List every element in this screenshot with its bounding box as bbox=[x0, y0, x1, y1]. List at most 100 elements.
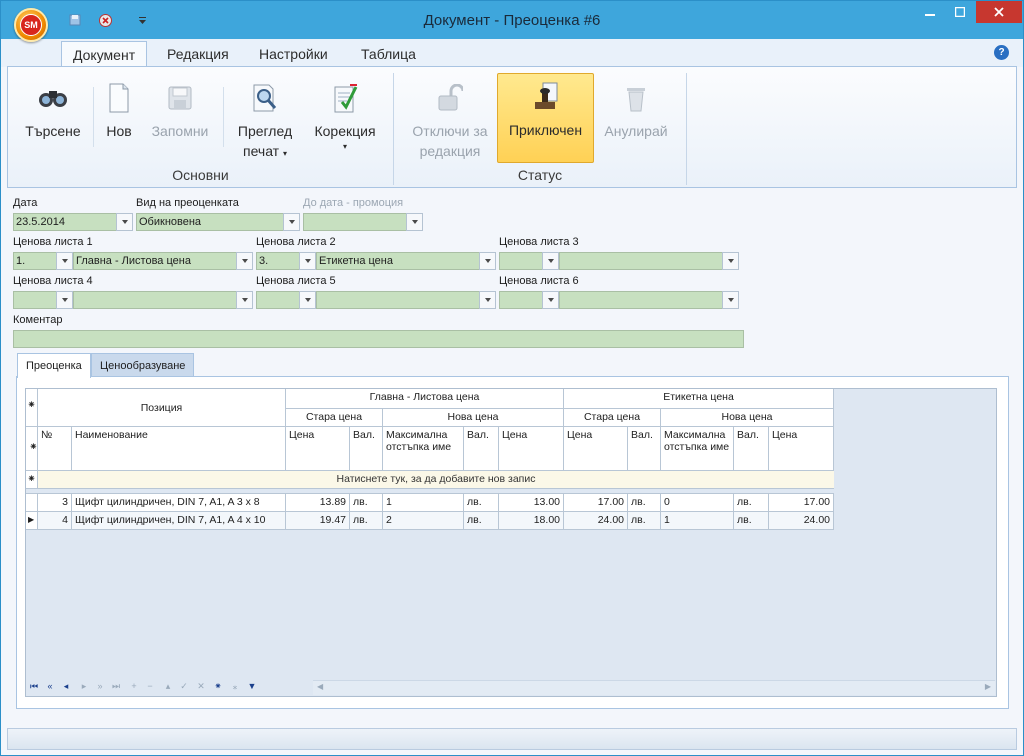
table-cell-old-price-2[interactable]: 24.00 bbox=[564, 512, 628, 530]
tab-settings[interactable]: Настройки bbox=[248, 41, 339, 67]
tab-document[interactable]: Документ bbox=[61, 41, 148, 68]
price-list-4-number-dropdown[interactable] bbox=[56, 291, 73, 309]
new-record-row[interactable]: Натиснете тук, за да добавите нов запис bbox=[38, 471, 834, 489]
first-record-icon[interactable]: ⏮ bbox=[28, 681, 40, 692]
promo-date-field[interactable] bbox=[303, 213, 407, 231]
next-record-icon[interactable]: ▸ bbox=[78, 681, 90, 692]
col-old-price-1-header[interactable]: Цена bbox=[286, 427, 350, 471]
price-list-5-name[interactable] bbox=[316, 291, 480, 309]
maximize-button[interactable] bbox=[945, 1, 975, 23]
price-list-3-name[interactable] bbox=[559, 252, 723, 270]
price-list-3-number-dropdown[interactable] bbox=[542, 252, 559, 270]
filter-icon[interactable]: ▼ bbox=[246, 681, 258, 691]
col-number-header[interactable]: № bbox=[38, 427, 72, 471]
col-old-currency-2-header[interactable]: Вал. bbox=[628, 427, 661, 471]
table-cell-new-currency-1[interactable]: лв. bbox=[464, 512, 499, 530]
table-cell-old-price-2[interactable]: 17.00 bbox=[564, 494, 628, 512]
table-cell-max-discount-2[interactable]: 0 bbox=[661, 494, 734, 512]
price-list-4-number[interactable] bbox=[13, 291, 57, 309]
price-list-4-name[interactable] bbox=[73, 291, 237, 309]
table-cell-old-currency-1[interactable]: лв. bbox=[350, 494, 383, 512]
table-cell-new-currency-2[interactable]: лв. bbox=[734, 512, 769, 530]
table-cell-new-currency-1[interactable]: лв. bbox=[464, 494, 499, 512]
tab-pricing[interactable]: Ценообразуване bbox=[91, 353, 195, 377]
prev-page-icon[interactable]: « bbox=[44, 681, 56, 691]
table-cell-old-currency-1[interactable]: лв. bbox=[350, 512, 383, 530]
col-name-header[interactable]: Наименование bbox=[72, 427, 286, 471]
table-cell-max-discount-1[interactable]: 1 bbox=[383, 494, 464, 512]
col-old-currency-1-header[interactable]: Вал. bbox=[350, 427, 383, 471]
table-cell-number[interactable]: 3 bbox=[38, 494, 72, 512]
table-cell-old-price-1[interactable]: 13.89 bbox=[286, 494, 350, 512]
price-list-3-name-dropdown[interactable] bbox=[722, 252, 739, 270]
new-button[interactable]: Нов bbox=[100, 75, 138, 165]
bookmark-icon[interactable]: ⁎ bbox=[229, 681, 241, 692]
comment-field[interactable] bbox=[13, 330, 744, 348]
save-button[interactable]: Запомни bbox=[146, 75, 214, 165]
close-button[interactable] bbox=[976, 1, 1022, 23]
tab-table[interactable]: Таблица bbox=[350, 41, 427, 67]
tab-edit[interactable]: Редакция bbox=[156, 41, 240, 67]
col-new-currency-2-header[interactable]: Вал. bbox=[734, 427, 769, 471]
horizontal-scrollbar[interactable]: ◀ ▶ bbox=[313, 680, 995, 695]
tab-revaluation[interactable]: Преоценка bbox=[17, 353, 91, 378]
price-list-6-number[interactable] bbox=[499, 291, 543, 309]
price-list-1-name[interactable]: Главна - Листова цена bbox=[73, 252, 237, 270]
price-list-6-number-dropdown[interactable] bbox=[542, 291, 559, 309]
col-max-discount-1-header[interactable]: Максимална отстъпка име bbox=[383, 427, 464, 471]
minimize-button[interactable] bbox=[915, 1, 945, 23]
table-cell-new-price-2[interactable]: 17.00 bbox=[769, 494, 834, 512]
edit-record-icon[interactable]: ▴ bbox=[162, 681, 174, 692]
price-list-4-name-dropdown[interactable] bbox=[236, 291, 253, 309]
table-cell-name[interactable]: Щифт цилиндричен, DIN 7, A1, A 4 x 10 bbox=[72, 512, 286, 530]
cancel-doc-button[interactable]: Анулирай bbox=[598, 75, 674, 165]
cancel-edit-icon[interactable]: ✕ bbox=[195, 681, 207, 692]
date-field[interactable]: 23.5.2014 bbox=[13, 213, 117, 231]
table-cell-new-price-1[interactable]: 13.00 bbox=[499, 494, 564, 512]
delete-record-icon[interactable]: − bbox=[144, 681, 156, 691]
promo-date-dropdown[interactable] bbox=[406, 213, 423, 231]
app-logo-icon[interactable]: SM bbox=[14, 8, 48, 42]
col-new-price-2-header[interactable]: Цена bbox=[769, 427, 834, 471]
refresh-icon[interactable]: ⁕ bbox=[212, 681, 224, 692]
price-list-3-number[interactable] bbox=[499, 252, 543, 270]
table-cell-number[interactable]: 4 bbox=[38, 512, 72, 530]
col-max-discount-2-header[interactable]: Максимална отстъпка име bbox=[661, 427, 734, 471]
completed-button[interactable]: Приключен bbox=[497, 73, 594, 163]
print-preview-button[interactable]: Преглед печат ▾ bbox=[230, 75, 300, 165]
price-list-5-number[interactable] bbox=[256, 291, 300, 309]
price-list-2-number[interactable]: 3. bbox=[256, 252, 300, 270]
col-new-currency-1-header[interactable]: Вал. bbox=[464, 427, 499, 471]
col-old-price-2-header[interactable]: Цена bbox=[564, 427, 628, 471]
revaluation-type-field[interactable]: Обикновена bbox=[136, 213, 284, 231]
table-cell-max-discount-2[interactable]: 1 bbox=[661, 512, 734, 530]
price-list-5-number-dropdown[interactable] bbox=[299, 291, 316, 309]
price-list-6-name-dropdown[interactable] bbox=[722, 291, 739, 309]
scroll-right-icon[interactable]: ▶ bbox=[985, 682, 991, 691]
price-list-1-number-dropdown[interactable] bbox=[56, 252, 73, 270]
col-new-price-1-header[interactable]: Цена bbox=[499, 427, 564, 471]
revaluation-type-dropdown[interactable] bbox=[283, 213, 300, 231]
unlock-for-edit-button[interactable]: Отключи за редакция bbox=[404, 75, 496, 165]
price-list-6-name[interactable] bbox=[559, 291, 723, 309]
search-button[interactable]: Търсене bbox=[18, 75, 88, 165]
row-indicator[interactable] bbox=[26, 494, 38, 512]
help-icon[interactable]: ? bbox=[994, 45, 1009, 60]
price-list-2-name[interactable]: Етикетна цена bbox=[316, 252, 480, 270]
price-list-2-name-dropdown[interactable] bbox=[479, 252, 496, 270]
next-page-icon[interactable]: » bbox=[94, 681, 106, 691]
date-dropdown[interactable] bbox=[116, 213, 133, 231]
price-list-2-number-dropdown[interactable] bbox=[299, 252, 316, 270]
table-cell-new-price-2[interactable]: 24.00 bbox=[769, 512, 834, 530]
table-cell-name[interactable]: Щифт цилиндричен, DIN 7, A1, A 3 x 8 bbox=[72, 494, 286, 512]
table-cell-old-price-1[interactable]: 19.47 bbox=[286, 512, 350, 530]
table-cell-new-currency-2[interactable]: лв. bbox=[734, 494, 769, 512]
add-record-icon[interactable]: + bbox=[128, 681, 140, 691]
table-cell-new-price-1[interactable]: 18.00 bbox=[499, 512, 564, 530]
table-cell-old-currency-2[interactable]: лв. bbox=[628, 512, 661, 530]
prev-record-icon[interactable]: ◂ bbox=[60, 681, 72, 692]
current-row-arrow-icon[interactable]: ▶ bbox=[26, 512, 38, 530]
post-edit-icon[interactable]: ✓ bbox=[178, 681, 190, 692]
correction-button[interactable]: Корекция ▾ bbox=[306, 75, 384, 165]
scroll-left-icon[interactable]: ◀ bbox=[317, 682, 323, 691]
